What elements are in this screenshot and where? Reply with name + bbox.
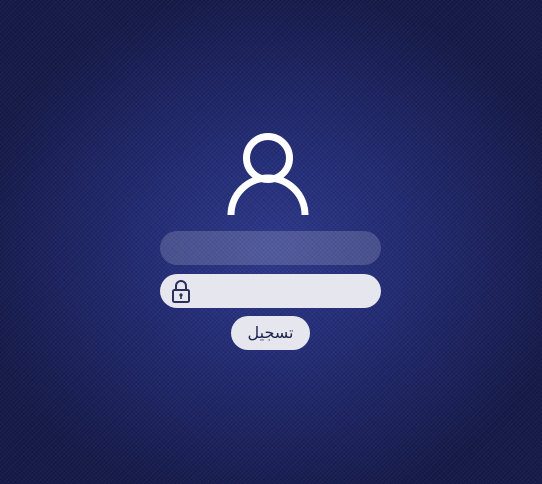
user-icon — [227, 133, 309, 216]
username-input[interactable] — [174, 231, 368, 265]
password-field[interactable] — [160, 274, 381, 308]
lock-icon — [172, 280, 190, 303]
login-screen: تسجيل — [0, 0, 542, 484]
username-field[interactable] — [160, 231, 381, 265]
password-input[interactable] — [200, 274, 370, 308]
login-button[interactable]: تسجيل — [231, 316, 310, 350]
